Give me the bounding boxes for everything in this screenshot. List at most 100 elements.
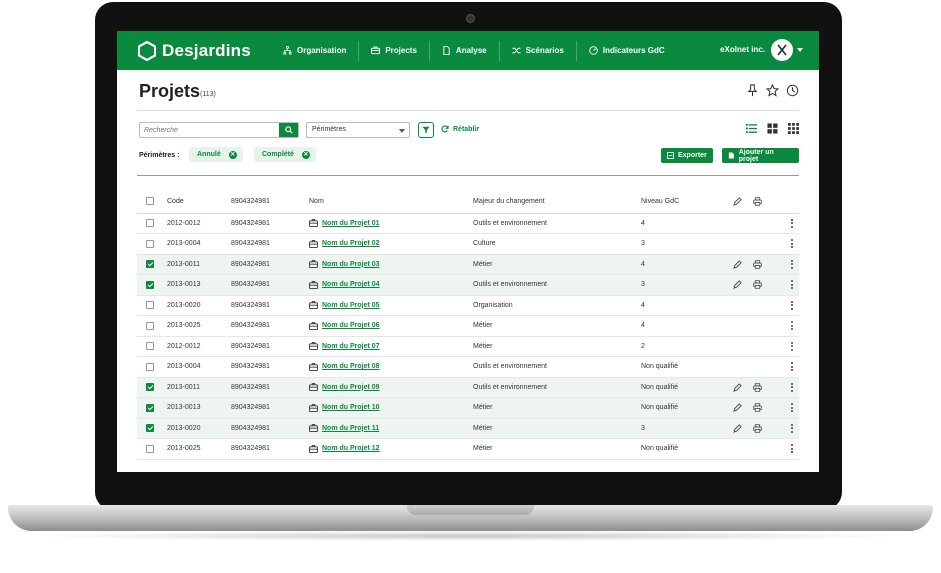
row-checkbox[interactable] [146,239,154,248]
cell-level: 4 [641,213,733,234]
row-checkbox[interactable] [146,383,154,392]
table-row[interactable]: 2012-0012 8904324981 Nom du Projet 01 Outil… [137,213,799,234]
printer-icon[interactable] [753,260,762,269]
project-link[interactable]: Nom du Projet 07 [322,343,380,350]
table-row[interactable]: 2013-0004 8904324981 Nom du Projet 02 Cultu… [137,233,799,255]
col-code[interactable]: Code [167,190,231,214]
more-options-icon[interactable] [785,321,799,331]
chevron-down-icon[interactable] [797,48,803,52]
chip-label: Complété [262,151,294,158]
more-options-icon[interactable] [785,218,799,228]
briefcase-icon [309,321,318,330]
camera [466,14,475,23]
search-button[interactable] [279,123,298,137]
pencil-icon[interactable] [733,197,742,206]
nav-item-analyse[interactable]: Analyse [428,40,499,61]
nav-item-projects[interactable]: Projects [358,40,429,61]
table-row[interactable]: 2013-0011 8904324981 Nom du Projet 09 Outil… [137,377,799,398]
select-all-checkbox[interactable] [146,197,154,206]
pencil-icon[interactable] [733,280,742,290]
project-link[interactable]: Nom du Projet 02 [322,240,380,247]
title-bar: Projets (113) [137,70,799,111]
user-name[interactable]: eXolnet inc. [720,45,765,54]
project-link[interactable]: Nom du Projet 01 [322,220,380,227]
project-link[interactable]: Nom du Projet 04 [322,281,380,288]
star-icon[interactable] [766,84,779,97]
table-row[interactable]: 2013-0004 8904324981 Nom du Projet 08 Outil… [137,356,799,378]
more-options-icon[interactable] [785,403,799,413]
project-link[interactable]: Nom du Projet 09 [322,384,380,391]
pencil-icon[interactable] [733,383,742,392]
project-link[interactable]: Nom du Projet 06 [322,322,380,329]
compact-grid-view-icon[interactable] [788,123,799,134]
pencil-icon[interactable] [733,403,742,413]
export-button[interactable]: Exporter [661,148,713,163]
printer-icon[interactable] [753,403,762,412]
more-options-icon[interactable] [785,423,799,433]
table-row[interactable]: 2013-0020 8904324981 Nom du Projet 05 Organ… [137,295,799,316]
chip-annule: Annulé ✕ [189,147,243,162]
reset-button[interactable]: Rétablir [441,125,479,133]
table-row[interactable]: 2013-0025 8904324981 Nom du Projet 06 Métie… [137,315,799,337]
pencil-icon[interactable] [733,424,742,433]
printer-icon[interactable] [753,197,762,206]
more-options-icon[interactable] [785,341,799,351]
more-options-icon[interactable] [785,444,799,454]
row-checkbox[interactable] [146,342,154,351]
row-checkbox[interactable] [146,424,154,433]
table-row[interactable]: 2013-0020 8904324981 Nom du Projet 11 Métie… [137,418,799,439]
row-checkbox[interactable] [146,219,154,228]
col-number[interactable]: 8904324981 [231,190,309,214]
more-options-icon[interactable] [785,280,799,290]
printer-icon[interactable] [753,383,762,392]
printer-icon[interactable] [753,424,762,433]
printer-icon[interactable] [753,280,762,289]
close-icon[interactable]: ✕ [228,150,237,159]
more-options-icon[interactable] [785,239,799,249]
col-level[interactable]: Niveau GdC [641,190,733,214]
pin-icon[interactable] [746,84,759,97]
nav-item-indicateurs-gdc[interactable]: Indicateurs GdC [575,40,677,61]
cell-code: 2012-0012 [167,336,231,357]
table-row[interactable]: 2013-0013 8904324981 Nom du Projet 10 Métie… [137,397,799,419]
briefcase-icon [309,342,318,351]
row-checkbox[interactable] [146,321,154,330]
project-link[interactable]: Nom du Projet 10 [322,404,380,411]
col-major[interactable]: Majeur du changement [473,190,641,214]
nav-item-organisation[interactable]: Organisation [271,41,358,61]
project-link[interactable]: Nom du Projet 03 [322,261,380,268]
row-checkbox[interactable] [146,403,154,412]
add-project-button[interactable]: Ajouter un projet [722,148,799,163]
pencil-icon[interactable] [733,260,742,269]
cell-major: Métier [473,438,641,460]
more-options-icon[interactable] [785,382,799,392]
col-name[interactable]: Nom [309,190,473,214]
project-link[interactable]: Nom du Projet 05 [322,302,380,309]
row-checkbox[interactable] [146,280,154,289]
more-options-icon[interactable] [785,362,799,372]
more-options-icon[interactable] [785,300,799,310]
close-icon[interactable]: ✕ [301,150,310,159]
search-input[interactable] [140,123,279,137]
grid-view-icon[interactable] [767,123,778,134]
row-checkbox[interactable] [146,362,154,371]
project-link[interactable]: Nom du Projet 08 [322,363,380,370]
avatar[interactable] [771,39,793,61]
project-link[interactable]: Nom du Projet 12 [322,445,380,452]
row-checkbox[interactable] [146,260,154,269]
row-checkbox[interactable] [146,301,154,310]
project-link[interactable]: Nom du Projet 11 [322,425,379,432]
table-row[interactable]: 2013-0011 8904324981 Nom du Projet 03 Métie… [137,254,799,275]
filter-button[interactable] [418,122,434,138]
table-row[interactable]: 2013-0013 8904324981 Nom du Projet 04 Outil… [137,274,799,296]
list-view-icon[interactable] [746,123,757,134]
clock-icon[interactable] [786,84,799,97]
more-options-icon[interactable] [785,259,799,269]
scope-select[interactable]: Périmètres [306,122,410,138]
row-checkbox[interactable] [146,444,154,453]
brand-logo[interactable]: Desjardins [138,40,256,61]
nav-item-sc-narios[interactable]: Scénarios [498,40,576,61]
cell-number: 8904324981 [231,213,309,234]
table-row[interactable]: 2012-0012 8904324981 Nom du Projet 07 Métie… [137,336,799,357]
table-row[interactable]: 2013-0025 8904324981 Nom du Projet 12 Métie… [137,438,799,460]
